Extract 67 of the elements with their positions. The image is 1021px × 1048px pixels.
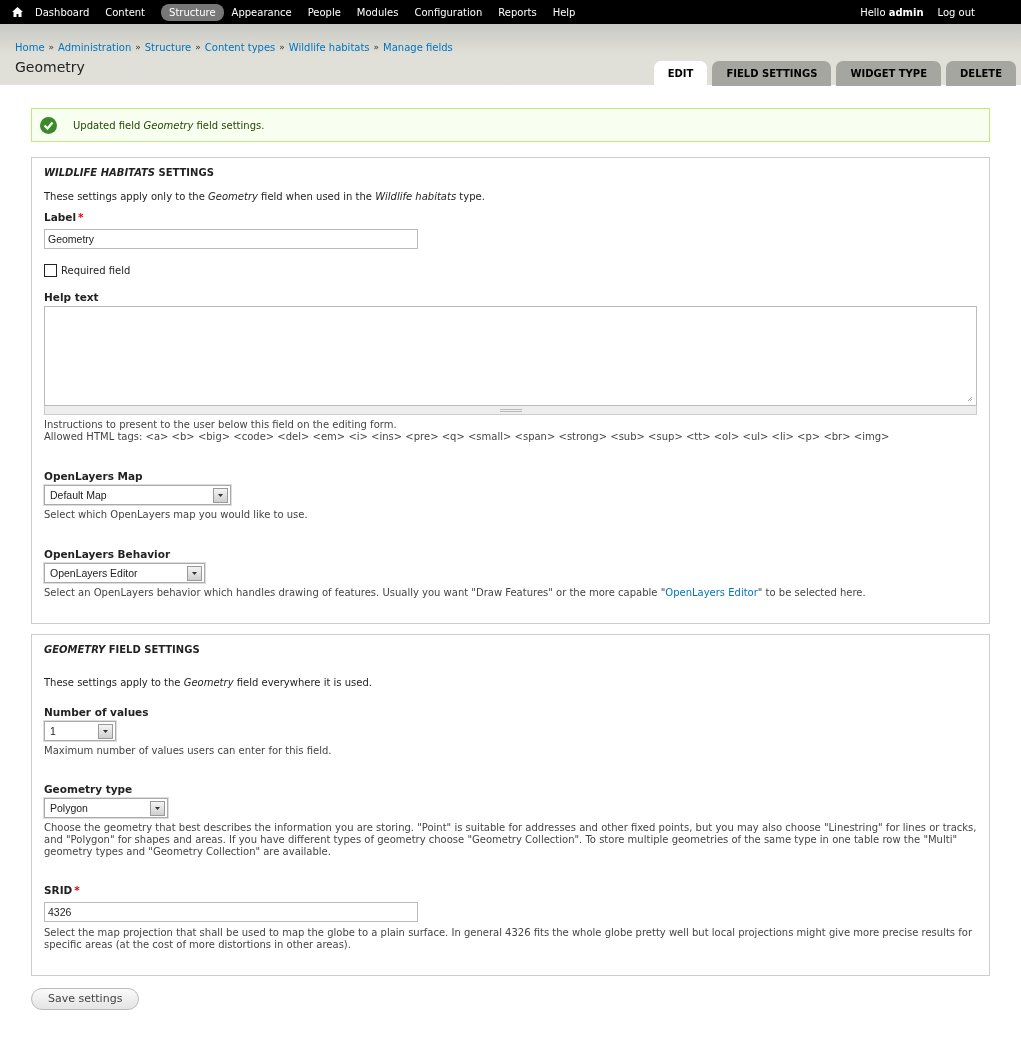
- select-dropdown[interactable]: Default Map: [44, 485, 231, 505]
- description-link[interactable]: OpenLayers Editor: [665, 587, 758, 598]
- resize-handle-icon: [967, 396, 973, 402]
- field-description: Select an OpenLayers behavior which handles drawing of features. Usually you want "Draw Features" or the more capable "OpenLayers Editor" to be selected here.: [44, 587, 867, 599]
- breadcrumb-link[interactable]: Wildlife habitats: [288, 40, 370, 55]
- toolbar-menu-item[interactable]: Configuration: [414, 4, 483, 20]
- checkmark-icon: [40, 116, 57, 134]
- breadcrumb-link[interactable]: Home: [15, 40, 45, 55]
- required-marker: *: [74, 884, 80, 897]
- field-description: Select which OpenLayers map you would like to use.: [44, 509, 309, 521]
- breadcrumb-separator: »: [135, 40, 141, 54]
- select-dropdown[interactable]: OpenLayers Editor: [44, 563, 205, 583]
- field-label: SRID: [44, 884, 73, 897]
- text-field[interactable]: 4326: [44, 902, 418, 922]
- tab[interactable]: WIDGET TYPE: [836, 61, 941, 86]
- text-field[interactable]: Geometry: [44, 229, 418, 249]
- grip-lines-icon: [499, 408, 522, 412]
- toolbar-menu-item[interactable]: Structure: [161, 3, 224, 21]
- fieldset-legend: WILDLIFE HABITATS SETTINGS: [44, 165, 977, 180]
- select-dropdown[interactable]: 1: [44, 721, 116, 741]
- field-label: OpenLayers Behavior: [44, 548, 171, 561]
- breadcrumb-separator: »: [279, 40, 285, 54]
- toolbar-menu-item[interactable]: Reports: [498, 4, 537, 20]
- page-title: Geometry: [15, 58, 85, 77]
- message-text: Updated field Geometry field settings.: [73, 118, 265, 133]
- field-label: Help text: [44, 291, 99, 304]
- breadcrumb-separator: »: [195, 40, 201, 54]
- field-description: Choose the geometry that best describes the information you are storing. "Point" is suitable for addresses and other fixed points, but you may also choose "Linestring" for lines or tracks, and "Polygon" for shapes and areas. If you have different types of geometry choose "Geometry Collection". To store multiple geometries of the same type in one table row the "Multi" geometry types and "Geometry Collection" are available.: [44, 822, 977, 858]
- save-settings-button[interactable]: Save settings: [31, 988, 140, 1010]
- toolbar-menu-item[interactable]: Appearance: [231, 4, 292, 20]
- breadcrumb-link[interactable]: Structure: [144, 40, 192, 55]
- tab[interactable]: EDIT: [653, 61, 708, 86]
- breadcrumb-separator: »: [48, 40, 55, 54]
- field-label: Label: [44, 211, 76, 224]
- home-icon[interactable]: [12, 7, 23, 17]
- toolbar-menu-item[interactable]: Modules: [356, 4, 399, 20]
- tab[interactable]: DELETE: [946, 61, 1016, 86]
- field-description: Allowed HTML tags: <a> <b> <big> <code> <del> <em> <i> <ins> <pre> <q> <small> <span> <strong> <sub> <sup> <tt> <ol> <ul> <li> <p> <br> <img>: [44, 431, 891, 443]
- toolbar-menu-item[interactable]: Help: [552, 4, 576, 20]
- required-checkbox[interactable]: Required field: [44, 263, 131, 278]
- field-description: Select the map projection that shall be used to map the globe to a plain surface. In general 4326 fits the whole globe pretty well but local projections might give more precise results for specific areas (at the cost of more distortions in other areas).: [44, 927, 973, 951]
- logout-link[interactable]: Log out: [937, 4, 975, 20]
- select-value: 1: [50, 725, 56, 737]
- required-marker: *: [78, 211, 84, 224]
- user-greeting: Hello admin: [860, 5, 924, 20]
- breadcrumb-link[interactable]: Administration: [58, 40, 132, 55]
- select-value: OpenLayers Editor: [50, 567, 138, 579]
- toolbar-menu-item[interactable]: Content: [105, 4, 146, 20]
- checkbox-icon[interactable]: [44, 264, 57, 277]
- breadcrumb-link[interactable]: Content types: [204, 40, 276, 55]
- textarea-grippie[interactable]: [44, 406, 977, 415]
- select-dropdown[interactable]: Polygon: [44, 798, 168, 818]
- fieldset-intro: These settings apply to the Geometry field everywhere it is used.: [44, 676, 373, 690]
- breadcrumb-separator: »: [373, 40, 380, 54]
- tab[interactable]: FIELD SETTINGS: [712, 61, 832, 86]
- field-description: Maximum number of values users can enter for this field.: [44, 745, 333, 757]
- toolbar-menu-item[interactable]: Dashboard: [35, 4, 90, 20]
- fieldset-intro: These settings apply only to the Geometry field when used in the Wildlife habitats type.: [44, 190, 486, 204]
- field-label: Number of values: [44, 706, 149, 719]
- select-value: Default Map: [50, 489, 107, 501]
- toolbar-menu-item[interactable]: People: [307, 4, 341, 20]
- field-label: OpenLayers Map: [44, 470, 143, 483]
- fieldset-legend: GEOMETRY FIELD SETTINGS: [44, 642, 977, 657]
- field-label: Geometry type: [44, 783, 133, 796]
- field-description: Instructions to present to the user below this field on the editing form.: [44, 419, 398, 431]
- breadcrumb-link[interactable]: Manage fields: [383, 40, 453, 55]
- select-value: Polygon: [50, 802, 88, 814]
